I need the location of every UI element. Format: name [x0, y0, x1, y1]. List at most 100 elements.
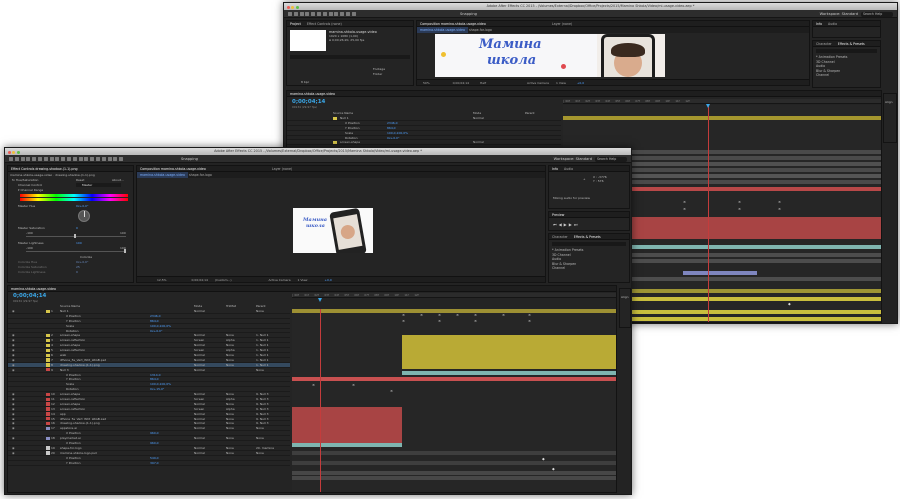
layer-mode[interactable]: Normal [194, 333, 205, 337]
project-item-folder[interactable]: Folder [373, 72, 382, 76]
keyframe[interactable]: ⨯ [683, 200, 686, 204]
front-playhead-handle[interactable] [318, 298, 322, 302]
fx-master-sat-value[interactable]: 0 [76, 226, 78, 230]
label-color[interactable] [46, 436, 50, 440]
search-help-input[interactable]: Search Help [595, 156, 627, 162]
front-playhead-line[interactable] [320, 309, 321, 492]
layer-name[interactable]: iPhone_5s_Vert_Wht_LRGB.psd [60, 358, 106, 362]
layer-parent[interactable]: 1. Null 1 [256, 348, 269, 352]
layer-bar[interactable] [292, 476, 616, 481]
fx-hue-dial[interactable] [78, 210, 90, 222]
label-color[interactable] [46, 397, 50, 401]
layer-bar[interactable] [292, 377, 616, 382]
layer-parent[interactable]: 20. mamina [256, 446, 274, 450]
layer-parent[interactable]: 1. Null 1 [256, 338, 269, 342]
property-value[interactable]: 1314,0 [150, 373, 161, 377]
layer-name[interactable]: web [60, 353, 66, 357]
exposure-value[interactable]: +0,0 [577, 81, 584, 85]
layer-trkmat[interactable]: None [226, 343, 234, 347]
keyframe[interactable]: ⨯ [778, 207, 781, 211]
tab-effects-presets[interactable]: Effects & Presets [835, 42, 868, 46]
label-color[interactable] [46, 353, 50, 357]
eye-icon[interactable]: ◉ [12, 368, 15, 372]
eye-icon[interactable]: ◉ [12, 397, 15, 401]
layer-mode[interactable]: Normal [194, 417, 205, 421]
layer-trkmat[interactable]: None [226, 392, 234, 396]
layer-parent[interactable]: 9. Null 3 [256, 407, 269, 411]
label-color[interactable] [46, 421, 50, 426]
label-color[interactable] [46, 426, 50, 431]
prop-value[interactable]: 0x+0,0° [387, 136, 399, 140]
fx-colorize-hue-value[interactable]: 0x+0,0° [76, 260, 88, 264]
keyframe[interactable]: ⨯ [502, 313, 505, 317]
layer-parent[interactable]: 1. Null 1 [256, 363, 269, 367]
search-help-input[interactable]: Search Help [861, 11, 893, 17]
layer-bar[interactable] [563, 116, 881, 121]
fx-colorize-checkbox[interactable]: Colorize [80, 255, 92, 259]
keyframe[interactable]: ⨯ [474, 313, 477, 317]
eye-icon[interactable]: ◉ [12, 353, 15, 357]
layer-mode[interactable]: Normal [473, 116, 484, 120]
layer-trkmat[interactable]: None [226, 333, 234, 337]
fx-saturation-slider[interactable] [26, 234, 126, 238]
layer-name[interactable]: screen-reflection [60, 348, 85, 352]
layer-mode[interactable]: Normal [194, 358, 205, 362]
eye-icon[interactable]: ◉ [12, 426, 15, 430]
layer-name[interactable]: iPhone_5s_Vert_Wht_LRGB.psd [60, 417, 106, 421]
layer-parent[interactable]: 1. Null 1 [256, 353, 269, 357]
layer-mode[interactable]: Normal [194, 343, 205, 347]
layer-bar[interactable] [402, 371, 616, 376]
fx-master-light-value[interactable]: 100 [76, 241, 82, 245]
eye-icon[interactable]: ◉ [12, 446, 15, 450]
layer-mode[interactable]: Normal [194, 309, 205, 313]
prop-value[interactable]: 864,0 [387, 126, 396, 130]
project-item-footage[interactable]: Footage [373, 67, 385, 71]
property-value[interactable]: 2346,0 [150, 314, 161, 318]
property-value[interactable]: 397,0 [150, 461, 159, 465]
tab-audio[interactable]: Audio [561, 167, 576, 171]
tab-composition[interactable]: Composition mamina-shkola-usage-video [417, 22, 489, 26]
layer-mode[interactable]: Normal [194, 426, 205, 430]
property-value[interactable]: 864,0 [150, 377, 159, 381]
layer-trkmat[interactable]: None [226, 436, 234, 440]
subtab-usage-video[interactable]: mamina-shkola-usage-video [137, 172, 188, 178]
tab-layer[interactable]: Layer (none) [269, 167, 295, 171]
label-color[interactable] [46, 338, 50, 343]
layer-mode[interactable]: Normal [194, 446, 205, 450]
eye-icon[interactable]: ◉ [12, 348, 15, 352]
label-color[interactable] [46, 412, 50, 416]
layer-trkmat[interactable]: Alpha [226, 407, 235, 411]
tab-effects-presets[interactable]: Effects & Presets [571, 235, 604, 239]
effects-search-input[interactable] [816, 49, 877, 53]
label-color[interactable] [46, 402, 50, 406]
label-color[interactable] [46, 333, 50, 338]
layer-mode[interactable]: Normal [194, 451, 205, 455]
keyframe[interactable]: ⨯ [456, 313, 459, 317]
property-value[interactable]: 960,0 [150, 431, 159, 435]
layer-name[interactable]: Null 1 [340, 116, 349, 120]
prop-value[interactable]: 2346,0 [387, 121, 398, 125]
views-select[interactable]: 1 View [298, 278, 308, 282]
layer-name[interactable]: appstore.ai [60, 426, 77, 430]
layer-name[interactable]: screen-shape [60, 392, 80, 396]
effects-item[interactable]: Channel [552, 266, 583, 271]
back-layer-row[interactable]: screen-shape Normal [287, 140, 561, 146]
eye-icon[interactable]: ◉ [12, 402, 15, 406]
layer-parent[interactable]: 9. Null 3 [256, 392, 269, 396]
layer-parent[interactable]: 9. Null 3 [256, 402, 269, 406]
tab-character[interactable]: Character [813, 42, 835, 46]
layer-name[interactable]: mamina-shkola-logo.psd [60, 451, 97, 455]
label-color[interactable] [46, 407, 50, 411]
close-icon[interactable] [287, 6, 290, 9]
eye-icon[interactable]: ◉ [12, 417, 15, 421]
eye-icon[interactable]: ◉ [12, 343, 15, 347]
property-value[interactable]: 100,0,100,0% [150, 324, 171, 328]
property-row[interactable]: Y Position 397,0 [8, 461, 290, 466]
fx-reset-button[interactable]: Reset [76, 178, 84, 182]
current-time[interactable]: 0;00;04;14 [192, 278, 208, 282]
keyframe[interactable]: ⨯ [778, 200, 781, 204]
label-color[interactable] [46, 451, 50, 455]
layer-parent[interactable]: 9. Null 3 [256, 417, 269, 421]
keyframe[interactable]: ⨯ [438, 319, 441, 323]
workspace-select[interactable]: Standard [842, 12, 858, 16]
